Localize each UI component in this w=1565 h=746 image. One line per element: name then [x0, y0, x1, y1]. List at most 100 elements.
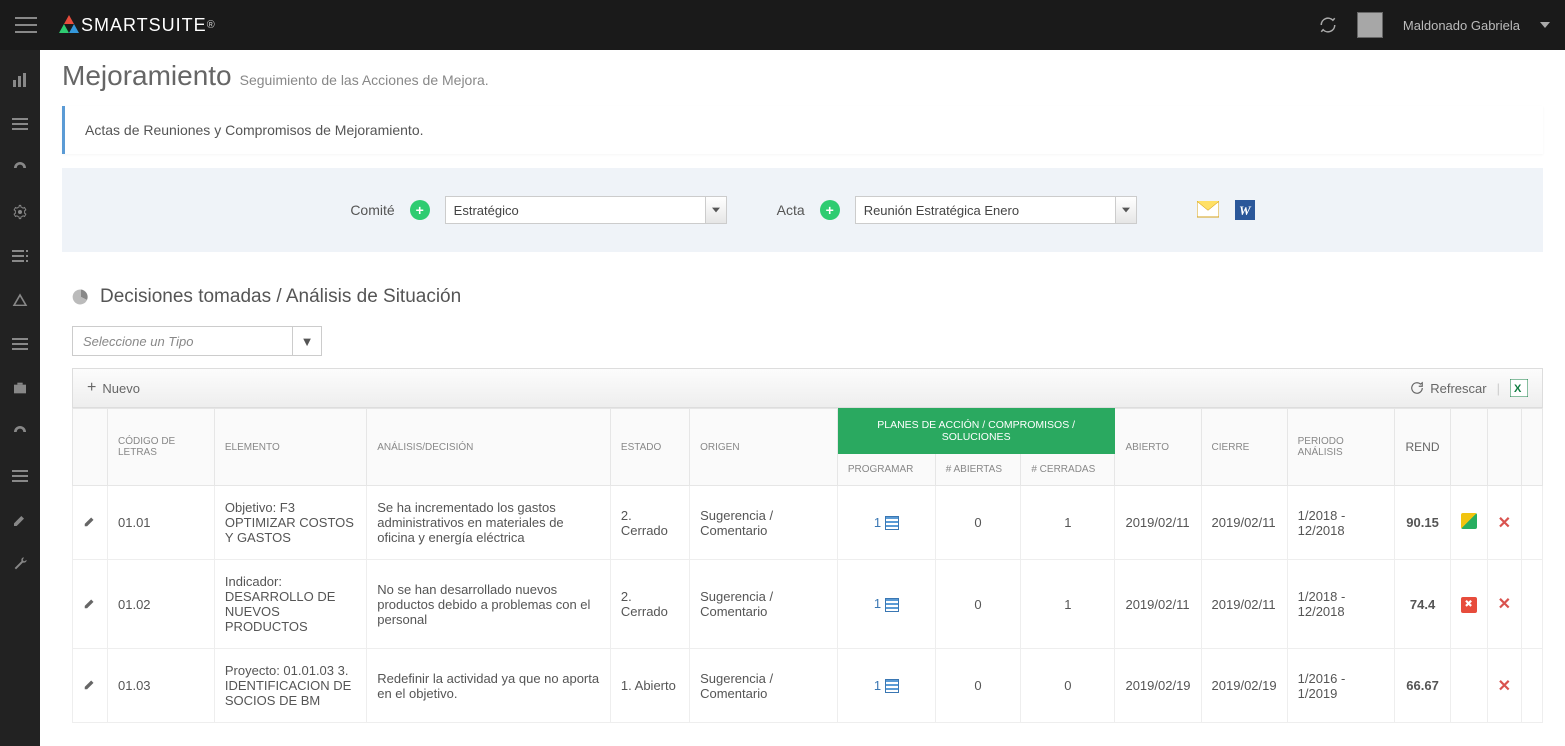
acta-combobox[interactable] — [855, 196, 1137, 224]
chevron-down-icon[interactable] — [1115, 196, 1137, 224]
type-select[interactable]: Seleccione un Tipo ▼ — [72, 326, 322, 356]
cell-cierre: 2019/02/11 — [1201, 486, 1287, 560]
delete-button[interactable]: ✕ — [1498, 678, 1511, 695]
comite-combobox[interactable] — [445, 196, 727, 224]
mail-icon[interactable] — [1197, 201, 1219, 219]
table-row: 01.01Objetivo: F3 OPTIMIZAR COSTOS Y GAS… — [73, 486, 1543, 560]
delete-button[interactable]: ✕ — [1498, 515, 1511, 532]
pie-chart-icon — [72, 288, 90, 306]
cell-periodo: 1/2016 - 1/2019 — [1287, 649, 1395, 723]
new-button[interactable]: + Nuevo — [87, 379, 140, 397]
user-name-label: Maldonado Gabriela — [1403, 18, 1520, 33]
excel-icon[interactable]: X — [1510, 379, 1528, 397]
nav-tasks-icon[interactable] — [0, 236, 40, 276]
cell-periodo: 1/2018 - 12/2018 — [1287, 560, 1395, 649]
menu-toggle-button[interactable] — [15, 17, 37, 33]
col-group: PLANES DE ACCIÓN / COMPROMISOS / SOLUCIO… — [837, 409, 1115, 454]
cell-codigo: 01.01 — [108, 486, 215, 560]
brand-text: SMARTSUITE — [81, 15, 207, 36]
chevron-down-icon[interactable] — [1540, 20, 1550, 30]
cell-abierto: 2019/02/11 — [1115, 486, 1201, 560]
section-title: Decisiones tomadas / Análisis de Situaci… — [100, 286, 461, 308]
grid-toolbar: + Nuevo Refrescar | X — [72, 368, 1543, 408]
nav-alert-icon[interactable] — [0, 280, 40, 320]
nav-briefcase-icon[interactable] — [0, 368, 40, 408]
refresh-button[interactable]: Refrescar — [1410, 381, 1486, 396]
chevron-down-icon[interactable] — [705, 196, 727, 224]
calendar-icon[interactable] — [885, 679, 899, 693]
col-estado[interactable]: ESTADO — [610, 409, 689, 486]
col-rend[interactable]: REND — [1395, 409, 1450, 486]
nav-settings-icon[interactable] — [0, 192, 40, 232]
filter-panel: Comité + Acta + W — [62, 168, 1543, 252]
cell-chip — [1450, 649, 1487, 723]
avatar[interactable] — [1357, 12, 1383, 38]
chevron-down-icon[interactable]: ▼ — [292, 326, 322, 356]
acta-label: Acta — [777, 202, 805, 218]
col-cierre[interactable]: CIERRE — [1201, 409, 1287, 486]
cell-estado: 2. Cerrado — [610, 486, 689, 560]
cell-analisis: Redefinir la actividad ya que no aporta … — [367, 649, 611, 723]
nav-chart-icon[interactable] — [0, 60, 40, 100]
cell-elemento: Objetivo: F3 OPTIMIZAR COSTOS Y GASTOS — [214, 486, 366, 560]
col-programar[interactable]: PROGRAMAR — [837, 454, 935, 486]
calendar-icon[interactable] — [885, 516, 899, 530]
type-placeholder: Seleccione un Tipo — [72, 326, 292, 356]
nav-dashboard-icon[interactable] — [0, 148, 40, 188]
col-elemento[interactable]: ELEMENTO — [214, 409, 366, 486]
col-analisis[interactable]: ANÁLISIS/DECISIÓN — [367, 409, 611, 486]
cell-programar[interactable]: 1 — [837, 486, 935, 560]
nav-wrench-icon[interactable] — [0, 544, 40, 584]
cell-cerradas: 0 — [1021, 649, 1115, 723]
col-origen[interactable]: ORIGEN — [690, 409, 838, 486]
add-acta-button[interactable]: + — [820, 200, 840, 220]
section-header: Decisiones tomadas / Análisis de Situaci… — [72, 286, 1543, 308]
nav-pencil-icon[interactable] — [0, 500, 40, 540]
col-codigo[interactable]: CÓDIGO DE LETRAS — [108, 409, 215, 486]
cell-analisis: No se han desarrollado nuevos productos … — [367, 560, 611, 649]
new-button-label: Nuevo — [102, 381, 140, 396]
svg-text:W: W — [1239, 203, 1252, 218]
nav-list2-icon[interactable] — [0, 324, 40, 364]
table-row: 01.03Proyecto: 01.01.03 3. IDENTIFICACIO… — [73, 649, 1543, 723]
add-comite-button[interactable]: + — [410, 200, 430, 220]
comite-input[interactable] — [445, 196, 705, 224]
col-abiertas[interactable]: # ABIERTAS — [935, 454, 1021, 486]
nav-list3-icon[interactable] — [0, 456, 40, 496]
cell-rend: 74.4 — [1395, 560, 1450, 649]
comite-label: Comité — [350, 202, 394, 218]
triangle-icon — [57, 13, 81, 37]
acta-input[interactable] — [855, 196, 1115, 224]
word-icon[interactable]: W — [1235, 200, 1255, 220]
col-abierto[interactable]: ABIERTO — [1115, 409, 1201, 486]
cell-elemento: Proyecto: 01.01.03 3. IDENTIFICACION DE … — [214, 649, 366, 723]
cell-origen: Sugerencia / Comentario — [690, 649, 838, 723]
cell-cierre: 2019/02/11 — [1201, 560, 1287, 649]
main-content: Mejoramiento Seguimiento de las Acciones… — [40, 50, 1565, 746]
cell-codigo: 01.02 — [108, 560, 215, 649]
cell-programar[interactable]: 1 — [837, 649, 935, 723]
sync-icon[interactable] — [1319, 16, 1337, 34]
nav-list-icon[interactable] — [0, 104, 40, 144]
nav-gauge-icon[interactable] — [0, 412, 40, 452]
col-cerradas[interactable]: # CERRADAS — [1021, 454, 1115, 486]
cell-abiertas: 0 — [935, 560, 1021, 649]
edit-icon[interactable] — [83, 514, 97, 528]
calendar-icon[interactable] — [885, 598, 899, 612]
cell-periodo: 1/2018 - 12/2018 — [1287, 486, 1395, 560]
svg-text:X: X — [1514, 383, 1522, 395]
top-bar: SMARTSUITE® Maldonado Gabriela — [0, 0, 1565, 50]
left-sidebar — [0, 50, 40, 746]
info-notice: Actas de Reuniones y Compromisos de Mejo… — [62, 106, 1543, 154]
edit-icon[interactable] — [83, 596, 97, 610]
status-chip — [1461, 513, 1477, 529]
delete-button[interactable]: ✕ — [1498, 596, 1511, 613]
cell-abierto: 2019/02/19 — [1115, 649, 1201, 723]
edit-icon[interactable] — [83, 677, 97, 691]
cell-abiertas: 0 — [935, 486, 1021, 560]
brand-logo: SMARTSUITE® — [57, 13, 215, 37]
table-row: 01.02Indicador: DESARROLLO DE NUEVOS PRO… — [73, 560, 1543, 649]
cell-abiertas: 0 — [935, 649, 1021, 723]
cell-programar[interactable]: 1 — [837, 560, 935, 649]
col-periodo[interactable]: PERIODO ANÁLISIS — [1287, 409, 1395, 486]
